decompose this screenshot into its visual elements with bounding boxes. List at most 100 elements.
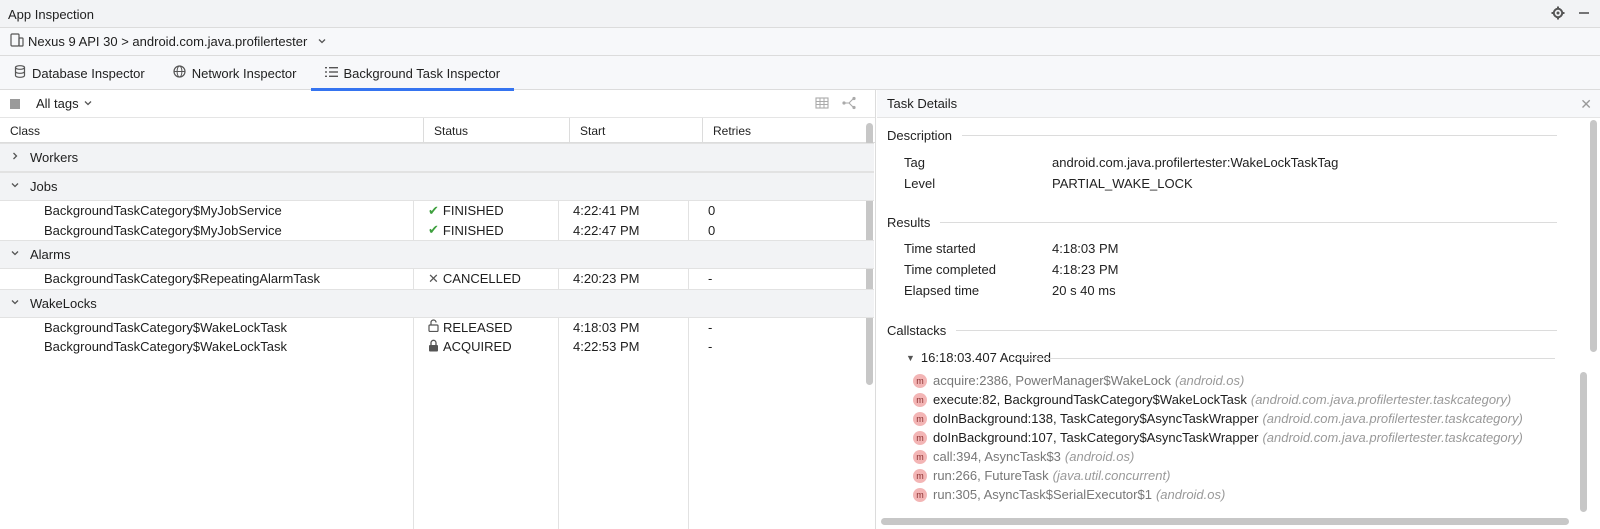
- table-row[interactable]: BackgroundTaskCategory$WakeLockTask ACQU…: [0, 337, 874, 357]
- tab-label: Database Inspector: [32, 65, 145, 81]
- group-row-alarms[interactable]: Alarms: [0, 240, 874, 269]
- details-scrollbar[interactable]: [1590, 120, 1598, 352]
- stack-frame[interactable]: m run:305, AsyncTask$SerialExecutor$1 (a…: [913, 485, 1225, 504]
- task-table-pane: All tags Class Status Start Retries Work…: [0, 90, 876, 529]
- task-details-header: Task Details ✕: [877, 90, 1600, 118]
- column-header-class[interactable]: Class: [0, 118, 424, 143]
- tags-dropdown-label: All tags: [36, 96, 79, 111]
- time-completed-field: Time completed 4:18:23 PM: [904, 262, 1119, 277]
- chevron-down-icon: [83, 96, 93, 111]
- stack-frame[interactable]: m doInBackground:107, TaskCategory$Async…: [913, 428, 1523, 447]
- stack-frame[interactable]: m run:266, FutureTask (java.util.concurr…: [913, 466, 1170, 485]
- group-row-wakelocks[interactable]: WakeLocks: [0, 288, 874, 318]
- start-cell: 4:22:41 PM: [573, 203, 640, 219]
- frame-method: call:394, AsyncTask$3: [933, 449, 1061, 464]
- time-started-field: Time started 4:18:03 PM: [904, 241, 1119, 256]
- group-row-jobs[interactable]: Jobs: [0, 172, 874, 201]
- stack-frame[interactable]: m call:394, AsyncTask$3 (android.os): [913, 447, 1134, 466]
- stack-frame[interactable]: m execute:82, BackgroundTaskCategory$Wak…: [913, 390, 1511, 409]
- field-value: 4:18:23 PM: [1052, 262, 1119, 277]
- database-icon: [14, 65, 26, 81]
- check-icon: ✔: [428, 222, 439, 238]
- stack-frame[interactable]: m acquire:2386, PowerManager$WakeLock (a…: [913, 371, 1244, 390]
- status-cell: ACQUIRED: [424, 339, 570, 355]
- callstack-scrollbar[interactable]: [1580, 372, 1588, 512]
- tool-window-title: App Inspection: [8, 7, 95, 22]
- start-cell: 4:18:03 PM: [573, 319, 640, 335]
- field-key: Level: [904, 176, 936, 191]
- method-icon: m: [913, 468, 927, 483]
- section-title: Callstacks: [887, 323, 947, 338]
- callstack-horizontal-scrollbar[interactable]: [881, 518, 1571, 526]
- device-selector[interactable]: Nexus 9 API 30 > android.com.java.profil…: [10, 33, 327, 50]
- status-text: FINISHED: [442, 222, 504, 238]
- unlock-icon: [428, 319, 439, 335]
- retries-cell: -: [708, 339, 713, 355]
- status-text: RELEASED: [443, 319, 513, 335]
- graph-view-icon[interactable]: [841, 96, 857, 113]
- group-label: Workers: [30, 150, 79, 165]
- method-icon: m: [913, 449, 927, 464]
- gear-icon[interactable]: [1550, 5, 1566, 21]
- globe-icon: [173, 65, 186, 81]
- section-title: Description: [887, 128, 953, 143]
- tab-label: Background Task Inspector: [343, 65, 501, 81]
- frame-package: (android.com.java.profilertester.taskcat…: [1250, 392, 1512, 407]
- table-row[interactable]: BackgroundTaskCategory$RepeatingAlarmTas…: [0, 269, 874, 289]
- status-text: CANCELLED: [442, 271, 521, 287]
- elapsed-time-field: Elapsed time 20 s 40 ms: [904, 283, 1116, 298]
- retries-cell: -: [708, 271, 713, 287]
- column-header-start[interactable]: Start: [570, 118, 703, 143]
- task-toolbar: All tags: [0, 90, 875, 118]
- field-key: Time completed: [904, 262, 996, 277]
- group-row-workers[interactable]: Workers: [0, 143, 874, 172]
- table-row[interactable]: BackgroundTaskCategory$MyJobService ✔ FI…: [0, 221, 874, 241]
- table-view-icon[interactable]: [815, 96, 829, 113]
- status-cell: RELEASED: [424, 319, 570, 335]
- task-details-pane: Task Details ✕ Description Tag android.c…: [877, 90, 1600, 529]
- close-icon[interactable]: ✕: [1580, 96, 1592, 113]
- tab-label: Network Inspector: [191, 65, 297, 81]
- tab-background-task-inspector[interactable]: Background Task Inspector: [310, 56, 515, 91]
- frame-method: doInBackground:138, TaskCategory$AsyncTa…: [933, 411, 1259, 426]
- field-value: 20 s 40 ms: [1052, 283, 1116, 298]
- minimize-icon[interactable]: [1576, 5, 1592, 21]
- chevron-right-icon: [10, 151, 22, 164]
- device-icon: [10, 33, 24, 50]
- tags-dropdown[interactable]: All tags: [36, 96, 93, 111]
- group-label: Alarms: [30, 247, 71, 262]
- frame-package: (android.os): [1064, 449, 1135, 464]
- frame-method: execute:82, BackgroundTaskCategory$WakeL…: [933, 392, 1247, 407]
- inspector-tabs: Database Inspector Network Inspector Bac…: [0, 56, 1600, 91]
- column-header-status[interactable]: Status: [424, 118, 570, 143]
- tab-database-inspector[interactable]: Database Inspector: [0, 56, 159, 90]
- section-title: Results: [887, 215, 931, 230]
- chevron-down-icon: [10, 180, 22, 193]
- callstacks-section: Callstacks: [887, 323, 1557, 338]
- stack-frame[interactable]: m doInBackground:138, TaskCategory$Async…: [913, 409, 1523, 428]
- stop-icon[interactable]: [10, 98, 20, 109]
- device-label: Nexus 9 API 30 > android.com.java.profil…: [28, 34, 308, 49]
- lock-icon: [428, 339, 439, 355]
- tool-window-header: App Inspection: [0, 0, 1600, 28]
- column-header-retries[interactable]: Retries: [703, 118, 874, 143]
- table-row[interactable]: BackgroundTaskCategory$WakeLockTask RELE…: [0, 318, 874, 338]
- start-cell: 4:22:53 PM: [573, 339, 640, 355]
- group-label: Jobs: [30, 179, 58, 194]
- tab-network-inspector[interactable]: Network Inspector: [159, 56, 311, 90]
- frame-package: (android.os): [1155, 487, 1226, 502]
- level-field: Level PARTIAL_WAKE_LOCK: [904, 176, 1193, 191]
- table-row[interactable]: BackgroundTaskCategory$MyJobService ✔ FI…: [0, 201, 874, 221]
- list-icon: [324, 66, 338, 81]
- field-value: PARTIAL_WAKE_LOCK: [1052, 176, 1193, 191]
- field-key: Time started: [904, 241, 976, 256]
- frame-package: (java.util.concurrent): [1052, 468, 1171, 483]
- chevron-down-icon: [10, 248, 22, 261]
- start-cell: 4:20:23 PM: [573, 271, 640, 287]
- status-cell: ✔ FINISHED: [424, 203, 570, 219]
- class-cell: BackgroundTaskCategory$WakeLockTask: [44, 319, 288, 335]
- retries-cell: 0: [708, 222, 716, 238]
- method-icon: m: [913, 373, 927, 388]
- task-table-body: Workers Jobs BackgroundTaskCategory$MyJo…: [0, 143, 874, 529]
- chevron-down-icon: [10, 297, 22, 310]
